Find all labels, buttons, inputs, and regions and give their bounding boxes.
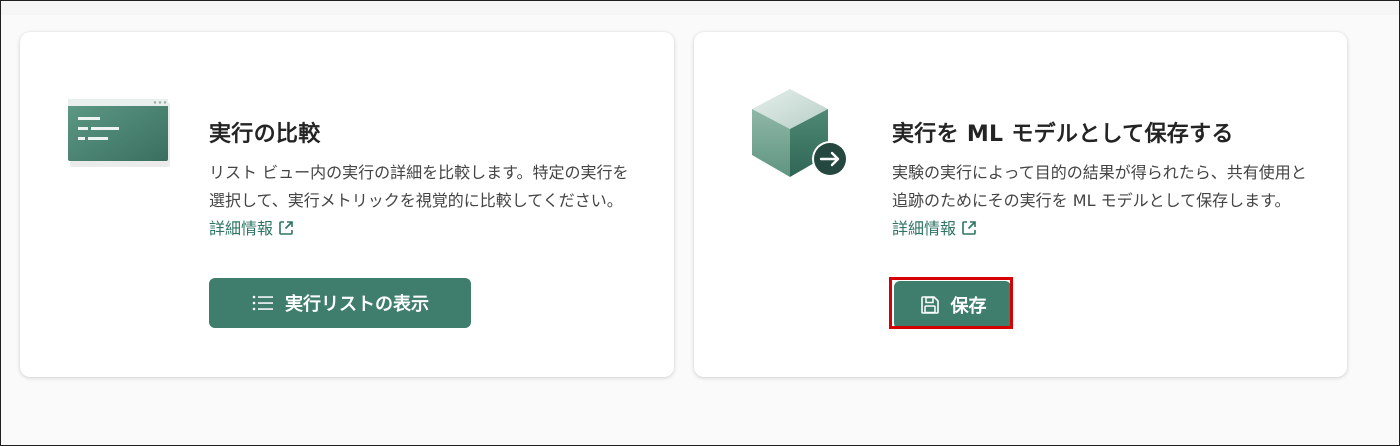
top-bar [1,1,1399,16]
save-button[interactable]: 保存 [894,281,1011,329]
external-link-icon [962,221,976,235]
cube-arrow-icon [750,87,854,187]
card-description: リスト ビュー内の実行の詳細を比較します。特定の実行を選択して、実行メトリックを… [209,159,639,243]
list-icon [252,295,273,311]
card-description: 実験の実行によって目的の結果が得られたら、共有使用と追跡のためにその実行を ML… [892,159,1312,243]
card-title: 実行の比較 [209,122,321,147]
external-link-icon [279,221,293,235]
link-label: 詳細情報 [892,219,957,238]
view-run-list-button[interactable]: 実行リストの表示 [209,278,471,328]
description-text: リスト ビュー内の実行の詳細を比較します。特定の実行を選択して、実行メトリックを… [209,163,629,210]
card-title: 実行を ML モデルとして保存する [892,122,1234,147]
button-label: 保存 [950,296,987,317]
save-as-model-card: 実行を ML モデルとして保存する 実験の実行によって目的の結果が得られたら、共… [694,32,1347,377]
browser-window-icon [66,97,176,175]
description-text: 実験の実行によって目的の結果が得られたら、共有使用と追跡のためにその実行を ML… [892,163,1307,210]
learn-more-link[interactable]: 詳細情報 [892,219,978,238]
button-label: 実行リストの表示 [285,294,429,315]
link-label: 詳細情報 [209,219,274,238]
learn-more-link[interactable]: 詳細情報 [209,219,295,238]
compare-runs-card: 実行の比較 リスト ビュー内の実行の詳細を比較します。特定の実行を選択して、実行… [20,32,674,377]
save-icon [920,296,939,314]
